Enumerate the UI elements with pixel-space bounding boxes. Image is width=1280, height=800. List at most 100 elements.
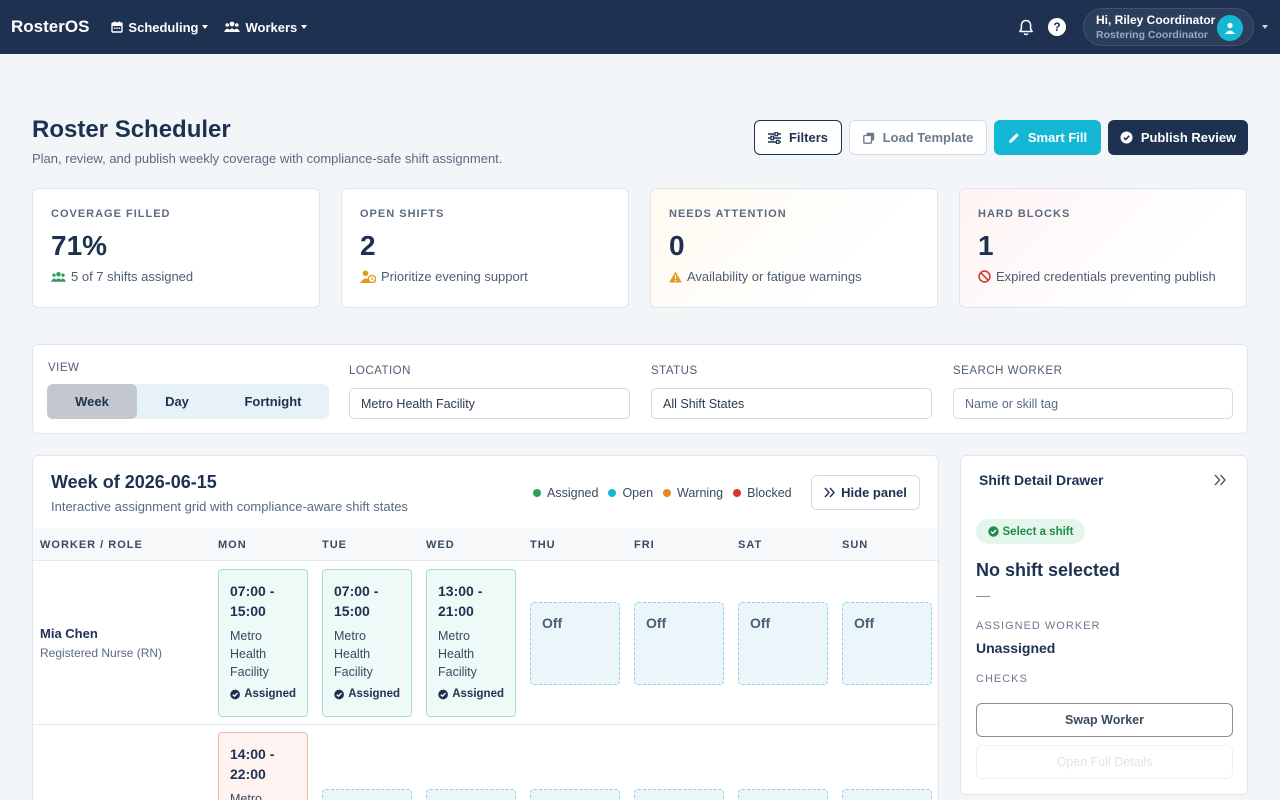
view-option-fortnight[interactable]: Fortnight <box>217 384 329 419</box>
stat-value: 1 <box>978 230 994 261</box>
nav-menu-scheduling[interactable]: Scheduling <box>111 20 209 35</box>
drawer-title: Shift Detail Drawer <box>979 472 1104 488</box>
worker-name[interactable]: Mia Chen <box>40 626 98 641</box>
status-select[interactable]: All Shift States <box>651 388 932 419</box>
view-option-day[interactable]: Day <box>137 384 217 419</box>
day-header-fri: FRI <box>634 539 655 551</box>
load-template-label: Load Template <box>882 130 974 145</box>
legend-item-assigned: Assigned <box>533 486 598 500</box>
stat-note-text: 5 of 7 shifts assigned <box>71 269 194 284</box>
nav-menu-label: Workers <box>245 19 298 35</box>
shift-card[interactable]: 14:00 - 22:00 Metro <box>218 732 308 800</box>
shift-status-label: Assigned <box>348 688 400 700</box>
legend-item-warning: Warning <box>663 486 723 500</box>
shift-location-line: Metro <box>334 629 366 643</box>
empty-cell[interactable] <box>322 789 412 800</box>
shift-location: Metro <box>230 790 296 800</box>
checks-label: CHECKS <box>976 673 1028 685</box>
stat-note: Expired credentials preventing publish <box>978 269 1228 284</box>
hide-panel-button[interactable]: Hide panel <box>811 475 920 510</box>
swap-worker-button[interactable]: Swap Worker <box>976 703 1233 737</box>
help-icon[interactable]: ? <box>1048 18 1066 36</box>
search-input[interactable]: Name or skill tag <box>953 388 1233 419</box>
day-header-sun: SUN <box>842 539 869 551</box>
shift-card[interactable]: 13:00 - 21:00 Metro Health Facility Assign… <box>426 569 516 717</box>
off-cell[interactable]: Off <box>738 602 828 685</box>
users-icon <box>224 21 241 32</box>
bell-icon[interactable] <box>1017 18 1035 36</box>
stat-note-text: Availability or fatigue warnings <box>687 269 862 284</box>
open-dot-icon <box>608 489 617 497</box>
stat-card-open-shifts: OPEN SHIFTS 2 Prioritize evening support <box>341 188 629 308</box>
status-label: STATUS <box>651 365 698 377</box>
location-select[interactable]: Metro Health Facility <box>349 388 630 419</box>
week-title: Week of 2026-06-15 <box>51 472 217 492</box>
stat-note-text: Prioritize evening support <box>381 269 528 284</box>
publish-review-button[interactable]: Publish Review <box>1108 120 1248 155</box>
view-option-week[interactable]: Week <box>47 384 137 419</box>
nav-right: ? Hi, Riley Coordinator Rostering Coordi… <box>1017 0 1268 54</box>
empty-cell[interactable] <box>530 789 620 800</box>
user-clock-icon <box>360 270 376 283</box>
shift-card[interactable]: 07:00 - 15:00 Metro Health Facility Assign… <box>218 569 308 717</box>
shift-location: Metro Health Facility <box>334 627 400 681</box>
shift-time-start: 07:00 - <box>334 583 379 599</box>
check-circle-icon <box>987 526 999 537</box>
shift-location: Metro Health Facility <box>230 627 296 681</box>
user-info: Hi, Riley Coordinator Rostering Coordina… <box>1096 13 1215 41</box>
warning-icon <box>669 271 682 282</box>
stat-note: Availability or fatigue warnings <box>669 269 919 284</box>
off-cell[interactable]: Off <box>530 602 620 685</box>
stat-value: 71% <box>51 230 108 261</box>
copy-icon <box>862 132 874 144</box>
off-cell[interactable]: Off <box>634 602 724 685</box>
select-shift-badge: Select a shift <box>976 519 1085 544</box>
empty-cell[interactable] <box>634 789 724 800</box>
stat-note: Prioritize evening support <box>360 269 610 284</box>
shift-status-label: Assigned <box>244 688 296 700</box>
ban-icon <box>978 270 991 283</box>
day-header-mon: MON <box>218 539 247 551</box>
brand-logo[interactable]: RosterOS <box>11 17 89 37</box>
user-icon <box>1225 22 1235 34</box>
shift-time-start: 14:00 - <box>230 746 275 762</box>
chevron-down-icon <box>202 25 209 29</box>
view-label: VIEW <box>48 362 80 374</box>
stat-note-text: Expired credentials preventing publish <box>996 269 1216 284</box>
empty-cell[interactable] <box>738 789 828 800</box>
shift-location-line: Metro <box>230 792 262 800</box>
shift-card[interactable]: 07:00 - 15:00 Metro Health Facility Assign… <box>322 569 412 717</box>
legend-item-open: Open <box>608 486 653 500</box>
shift-time-end: 21:00 <box>438 603 474 619</box>
day-header-wed: WED <box>426 539 455 551</box>
filters-button[interactable]: Filters <box>754 120 842 155</box>
stat-label: COVERAGE FILLED <box>51 208 171 220</box>
assigned-worker-label: ASSIGNED WORKER <box>976 620 1101 632</box>
stat-label: NEEDS ATTENTION <box>669 208 787 220</box>
nav-menu-workers[interactable]: Workers <box>224 19 308 35</box>
shift-location-line: Facility <box>230 665 269 679</box>
pencil-icon <box>1008 132 1019 143</box>
warning-dot-icon <box>663 489 672 497</box>
status-legend: Assigned Open Warning Blocked <box>533 486 792 500</box>
load-template-button[interactable]: Load Template <box>849 120 987 155</box>
stat-value: 2 <box>360 230 376 261</box>
stat-label: OPEN SHIFTS <box>360 208 445 220</box>
shift-location: Metro Health Facility <box>438 627 504 681</box>
empty-cell[interactable] <box>842 789 932 800</box>
user-menu[interactable]: Hi, Riley Coordinator Rostering Coordina… <box>1083 8 1254 46</box>
open-full-details-button[interactable]: Open Full Details <box>976 745 1233 779</box>
day-header-tue: TUE <box>322 539 347 551</box>
legend-label: Warning <box>677 486 724 500</box>
filters-button-label: Filters <box>788 130 828 145</box>
shift-time-end: 15:00 <box>334 603 370 619</box>
chevron-down-icon[interactable] <box>1262 25 1268 29</box>
off-cell[interactable]: Off <box>842 602 932 685</box>
shift-location-line: Facility <box>438 665 477 679</box>
double-chevron-right-icon[interactable] <box>1213 473 1229 489</box>
empty-cell[interactable] <box>426 789 516 800</box>
smart-fill-button[interactable]: Smart Fill <box>994 120 1101 155</box>
shift-status: Assigned <box>230 688 296 700</box>
assigned-worker-value: Unassigned <box>976 640 1056 656</box>
drawer-dash: — <box>976 587 990 603</box>
